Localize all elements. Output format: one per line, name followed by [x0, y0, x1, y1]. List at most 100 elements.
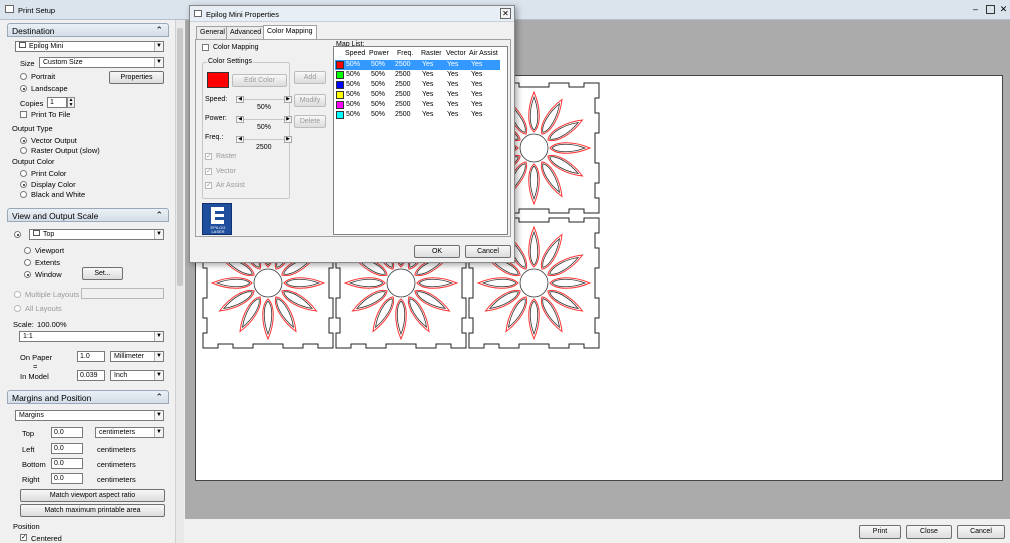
ok-button[interactable]: OK [414, 245, 460, 258]
margins-header[interactable]: Margins and Position ⌃ [7, 390, 169, 404]
minimize-icon[interactable]: – [970, 4, 981, 15]
tab-advanced[interactable]: Advanced [226, 26, 266, 39]
col-raster[interactable]: Raster [421, 50, 442, 57]
vector-output-radio[interactable] [20, 137, 27, 144]
all-layouts-radio[interactable] [14, 305, 21, 312]
display-color-radio[interactable] [20, 181, 27, 188]
vector-checkbox[interactable]: ✓ [205, 168, 212, 175]
viewport-value: Top [43, 231, 55, 238]
map-list-row[interactable]: 50% 50% 2500 Yes Yes Yes [335, 80, 500, 90]
chevron-down-icon: ▼ [154, 428, 163, 437]
col-speed[interactable]: Speed [345, 50, 365, 57]
margins-mode-select[interactable]: Margins ▼ [15, 410, 164, 421]
output-color-label: Output Color [12, 157, 55, 166]
match-aspect-button[interactable]: Match viewport aspect ratio [20, 489, 165, 502]
cell-vector: Yes [447, 111, 459, 118]
top-margin-input[interactable]: 0.0 [51, 427, 83, 438]
maximize-icon[interactable] [986, 5, 995, 14]
properties-button[interactable]: Properties [109, 71, 164, 84]
view-scale-header[interactable]: View and Output Scale ⌃ [7, 208, 169, 222]
copies-input[interactable]: 1 [47, 97, 67, 108]
printer-icon [194, 10, 202, 17]
viewport-select[interactable]: Top ▼ [29, 229, 164, 240]
print-color-radio[interactable] [20, 170, 27, 177]
delete-button[interactable]: Delete [294, 115, 326, 128]
collapse-icon[interactable]: ⌃ [155, 392, 163, 403]
air-assist-checkbox[interactable]: ✓ [205, 182, 212, 189]
extents-radio[interactable] [24, 259, 31, 266]
raster-output-label: Raster Output (slow) [31, 146, 100, 155]
map-list-row[interactable]: 50% 50% 2500 Yes Yes Yes [335, 90, 500, 100]
on-paper-input[interactable]: 1.0 [77, 351, 105, 362]
in-model-input[interactable]: 0.039 [77, 370, 105, 381]
col-vector[interactable]: Vector [446, 50, 466, 57]
set-window-button[interactable]: Set... [82, 267, 123, 280]
raster-checkbox[interactable]: ✓ [205, 153, 212, 160]
tab-color-mapping[interactable]: Color Mapping [263, 25, 317, 39]
map-list-row[interactable]: 50% 50% 2500 Yes Yes Yes [335, 100, 500, 110]
panel-scrollbar[interactable] [175, 20, 184, 543]
collapse-icon[interactable]: ⌃ [155, 210, 163, 221]
layouts-input[interactable] [81, 288, 164, 299]
printer-select[interactable]: Epilog Mini ▼ [15, 41, 164, 52]
cell-freq: 2500 [395, 91, 411, 98]
col-air-assist[interactable]: Air Assist [469, 50, 498, 57]
destination-header[interactable]: Destination ⌃ [7, 23, 169, 37]
centered-checkbox[interactable]: ✓ [20, 534, 27, 541]
close-icon[interactable]: ✕ [998, 4, 1009, 15]
on-paper-unit-select[interactable]: Millimeter ▼ [110, 351, 164, 362]
bottom-margin-input[interactable]: 0.0 [51, 458, 83, 469]
color-swatch[interactable] [207, 72, 229, 88]
edit-color-button[interactable]: Edit Color [232, 74, 287, 87]
modify-button[interactable]: Modify [294, 94, 326, 107]
print-button[interactable]: Print [859, 525, 901, 539]
print-to-file-checkbox[interactable] [20, 111, 27, 118]
map-list-row[interactable]: 50% 50% 2500 Yes Yes Yes [335, 110, 500, 120]
landscape-radio[interactable] [20, 85, 27, 92]
top-unit-select[interactable]: centimeters ▼ [95, 427, 164, 438]
close-icon[interactable]: ✕ [500, 8, 511, 19]
map-list-row[interactable]: 50% 50% 2500 Yes Yes Yes [335, 70, 500, 80]
printer-icon [5, 5, 14, 13]
match-max-area-button[interactable]: Match maximum printable area [20, 504, 165, 517]
color-mapping-checkbox[interactable] [202, 44, 209, 51]
slider-right-icon[interactable]: ▶ [284, 96, 292, 103]
black-white-radio[interactable] [20, 191, 27, 198]
power-slider[interactable]: ◀ ▶ [236, 116, 292, 123]
left-unit: centimeters [97, 445, 136, 454]
size-value: Custom Size [43, 59, 83, 66]
scrollbar-thumb[interactable] [177, 28, 183, 286]
window-radio[interactable] [24, 271, 31, 278]
viewport-mode-radio[interactable] [14, 231, 21, 238]
slider-left-icon[interactable]: ◀ [236, 116, 244, 123]
slider-right-icon[interactable]: ▶ [284, 116, 292, 123]
collapse-icon[interactable]: ⌃ [155, 25, 163, 36]
slider-left-icon[interactable]: ◀ [236, 136, 244, 143]
color-mapping-label: Color Mapping [213, 44, 259, 51]
in-model-unit-select[interactable]: Inch ▼ [110, 370, 164, 381]
close-button[interactable]: Close [906, 525, 952, 539]
add-button[interactable]: Add [294, 71, 326, 84]
right-margin-input[interactable]: 0.0 [51, 473, 83, 484]
speed-slider[interactable]: ◀ ▶ [236, 96, 292, 103]
copies-spinner[interactable]: ▲ ▼ [67, 97, 75, 108]
dialog-cancel-button[interactable]: Cancel [465, 245, 511, 258]
map-list[interactable]: Speed Power Freq. Raster Vector Air Assi… [333, 46, 508, 235]
freq-slider[interactable]: ◀ ▶ [236, 136, 292, 143]
viewport-radio[interactable] [24, 247, 31, 254]
size-label: Size [20, 59, 35, 68]
cell-raster: Yes [422, 111, 434, 118]
portrait-radio[interactable] [20, 73, 27, 80]
col-power[interactable]: Power [369, 50, 389, 57]
scale-select[interactable]: 1:1 ▼ [19, 331, 164, 342]
multiple-layouts-radio[interactable] [14, 291, 21, 298]
size-select[interactable]: Custom Size ▼ [39, 57, 164, 68]
tab-general[interactable]: General [196, 26, 229, 39]
cancel-button[interactable]: Cancel [957, 525, 1005, 539]
slider-left-icon[interactable]: ◀ [236, 96, 244, 103]
map-list-row[interactable]: 50% 50% 2500 Yes Yes Yes [335, 60, 500, 70]
raster-output-radio[interactable] [20, 147, 27, 154]
slider-right-icon[interactable]: ▶ [284, 136, 292, 143]
left-margin-input[interactable]: 0.0 [51, 443, 83, 454]
col-freq[interactable]: Freq. [397, 50, 413, 57]
